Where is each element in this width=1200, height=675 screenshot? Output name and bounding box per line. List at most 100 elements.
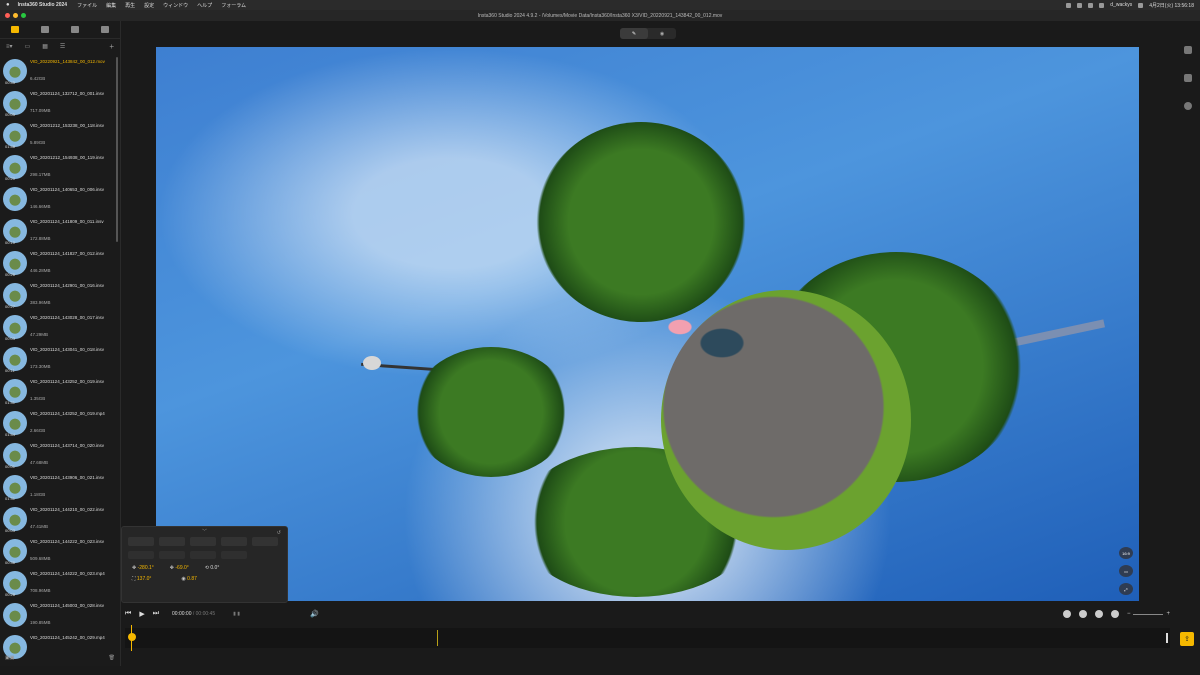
fov-param[interactable]: ⛶ 137.0° xyxy=(132,576,151,582)
distance-param[interactable]: ◉ 0.87 xyxy=(181,576,197,582)
list-view-icon[interactable]: ☰ xyxy=(60,43,65,50)
file-item[interactable]: 00:26 VID_20201124_141827_00_012.insv 44… xyxy=(0,247,118,279)
wifi-icon[interactable] xyxy=(1099,2,1105,8)
view-mode-button[interactable] xyxy=(221,551,247,559)
distance-value[interactable]: 0.87 xyxy=(187,576,197,582)
close-window-button[interactable] xyxy=(5,13,10,18)
menu-playback[interactable]: 再生 xyxy=(125,2,135,9)
status-icon[interactable] xyxy=(1066,2,1072,8)
file-item[interactable]: 01:31 VID_20201124_143252_00_019.insv 1.… xyxy=(0,375,118,407)
file-meta: VID_20201124_141809_00_011.insv 172.88MB xyxy=(30,219,104,242)
view-mode-button[interactable] xyxy=(190,537,216,546)
file-item[interactable]: VID_20201124_145003_00_028.insv 190.85MB xyxy=(0,599,118,631)
apple-icon[interactable]: ● xyxy=(6,2,10,8)
speed-icon[interactable] xyxy=(1094,610,1103,618)
app-menu[interactable]: Insta360 Studio 2024 xyxy=(18,2,67,8)
reset-icon[interactable]: ↺ xyxy=(277,530,281,536)
tilt-value[interactable]: -69.0° xyxy=(175,565,188,571)
video-preview[interactable] xyxy=(156,47,1139,601)
file-item[interactable]: 00:01 VID_20201124_143714_00_020.insv 47… xyxy=(0,439,118,471)
file-item[interactable]: VID_20201124_140653_00_006.insv 146.66MB xyxy=(0,183,118,215)
playhead[interactable] xyxy=(128,633,136,641)
file-item[interactable]: 00:28 VID_20201124_144222_00_023.mp4 708… xyxy=(0,567,118,599)
file-item[interactable]: 00:27 VID_20201124_142901_00_016.insv 38… xyxy=(0,279,118,311)
file-item[interactable]: 00:05 VID_20201124_132712_00_001.insv 71… xyxy=(0,87,118,119)
tab-library[interactable] xyxy=(11,26,19,33)
folder-view-icon[interactable]: ▭ xyxy=(25,43,31,50)
zoom-slider[interactable] xyxy=(1133,613,1164,615)
view-mode-button[interactable] xyxy=(190,551,216,559)
search-icon[interactable] xyxy=(1138,2,1144,8)
tilt-param[interactable]: ✥ -69.0° xyxy=(170,565,189,571)
export-button[interactable]: ⇪ xyxy=(1180,632,1194,646)
status-icon[interactable] xyxy=(1088,2,1094,8)
file-thumbnail: 00:45 xyxy=(3,59,27,85)
file-item[interactable]: 00:10 VID_20201124_141809_00_011.insv 17… xyxy=(0,215,118,247)
clip-icon[interactable] xyxy=(1184,74,1192,82)
edit-view-icon[interactable]: ✎ xyxy=(620,28,648,39)
fov-value[interactable]: 137.0° xyxy=(137,576,152,582)
file-item[interactable]: 01:44 VID_20201124_143252_00_019.mp4 2.6… xyxy=(0,407,118,439)
menu-settings[interactable]: 設定 xyxy=(144,2,154,9)
previous-frame-icon[interactable]: ⏮ xyxy=(125,610,131,618)
sort-icon[interactable]: ≡▾ xyxy=(6,43,13,50)
zoom-in-icon[interactable]: + xyxy=(1166,611,1170,617)
file-item[interactable]: 00:36 VID_20201124_144222_00_023.insv 50… xyxy=(0,535,118,567)
keyframe-icon[interactable] xyxy=(1078,610,1087,618)
file-size: 383.96MB xyxy=(30,300,51,305)
ai-icon[interactable] xyxy=(1110,610,1119,618)
add-icon[interactable]: + xyxy=(109,42,114,51)
view-mode-button[interactable] xyxy=(128,537,154,546)
play-icon[interactable]: ▶ xyxy=(139,610,144,618)
info-icon[interactable] xyxy=(1184,102,1192,110)
clip-marker[interactable] xyxy=(437,630,438,646)
tab-album[interactable] xyxy=(41,26,49,33)
delete-clip-icon[interactable] xyxy=(1062,610,1071,618)
view-mode-button[interactable] xyxy=(159,537,185,546)
preview-eye-icon[interactable]: ◉ xyxy=(648,28,676,39)
aspect-ratio-button[interactable]: 16:9 xyxy=(1119,547,1133,559)
trash-icon[interactable]: 🗑 xyxy=(109,655,115,661)
view-mode-button[interactable] xyxy=(128,551,154,559)
status-icon[interactable] xyxy=(1077,2,1083,8)
menu-help[interactable]: ヘルプ xyxy=(197,2,212,9)
menu-file[interactable]: ファイル xyxy=(77,2,97,9)
roll-value[interactable]: 0.0° xyxy=(210,565,219,571)
sidebar-scrollbar[interactable] xyxy=(116,57,118,242)
file-item[interactable]: 00:03 VID_20201124_143028_00_017.insv 47… xyxy=(0,311,118,343)
roll-param[interactable]: ⟲ 0.0° xyxy=(205,565,220,571)
clock[interactable]: 4月2日(火) 13:56:18 xyxy=(1149,2,1194,9)
menu-forum[interactable]: フォーラム xyxy=(221,2,246,9)
snapshot-icon[interactable] xyxy=(1184,46,1192,54)
next-frame-icon[interactable]: ⏭ xyxy=(153,610,159,618)
file-item[interactable]: 00:11 VID_20201124_143041_00_018.insv 17… xyxy=(0,343,118,375)
filter-icon[interactable]: ▣▣ xyxy=(5,655,14,661)
volume-icon[interactable]: 🔊 xyxy=(310,610,319,618)
view-mode-button[interactable] xyxy=(221,537,247,546)
timeline-end-handle[interactable] xyxy=(1166,633,1168,643)
file-item[interactable]: 01:31 VID_20201124_143906_00_021.insv 1.… xyxy=(0,471,118,503)
tab-import[interactable] xyxy=(71,26,79,33)
grid-view-icon[interactable]: ▦ xyxy=(42,43,48,50)
tab-edit[interactable] xyxy=(101,26,109,33)
minimize-window-button[interactable] xyxy=(13,13,18,18)
file-item[interactable]: 01:48 VID_20201212_153238_00_118.insv 5.… xyxy=(0,119,118,151)
view-mode-button[interactable] xyxy=(159,551,185,559)
compare-icon[interactable]: ▭ xyxy=(1119,565,1133,577)
zoom-out-icon[interactable]: − xyxy=(1127,611,1131,617)
timeline-track[interactable] xyxy=(125,625,1170,651)
collapse-chevron-icon[interactable]: ﹀ xyxy=(122,527,287,537)
file-name: VID_20201212_153238_00_118.insv xyxy=(30,123,104,128)
file-item[interactable]: 00:45 VID_20220921_143842_00_012.mov 6.4… xyxy=(0,55,118,87)
menu-edit[interactable]: 編集 xyxy=(106,2,116,9)
trim-handles-icon[interactable]: ▮ ▮ xyxy=(233,611,240,617)
view-mode-button[interactable] xyxy=(252,537,278,546)
zoom-window-button[interactable] xyxy=(21,13,26,18)
pan-param[interactable]: ✥ -280.1° xyxy=(132,565,154,571)
menu-window[interactable]: ウィンドウ xyxy=(163,2,188,9)
user-name[interactable]: d_wackys xyxy=(1110,2,1132,8)
fullscreen-icon[interactable]: ⤢ xyxy=(1119,583,1133,595)
pan-value[interactable]: -280.1° xyxy=(138,565,154,571)
file-item[interactable]: 00:03 VID_20201124_144210_00_022.insv 47… xyxy=(0,503,118,535)
file-item[interactable]: 00:20 VID_20201212_154938_00_119.insv 29… xyxy=(0,151,118,183)
